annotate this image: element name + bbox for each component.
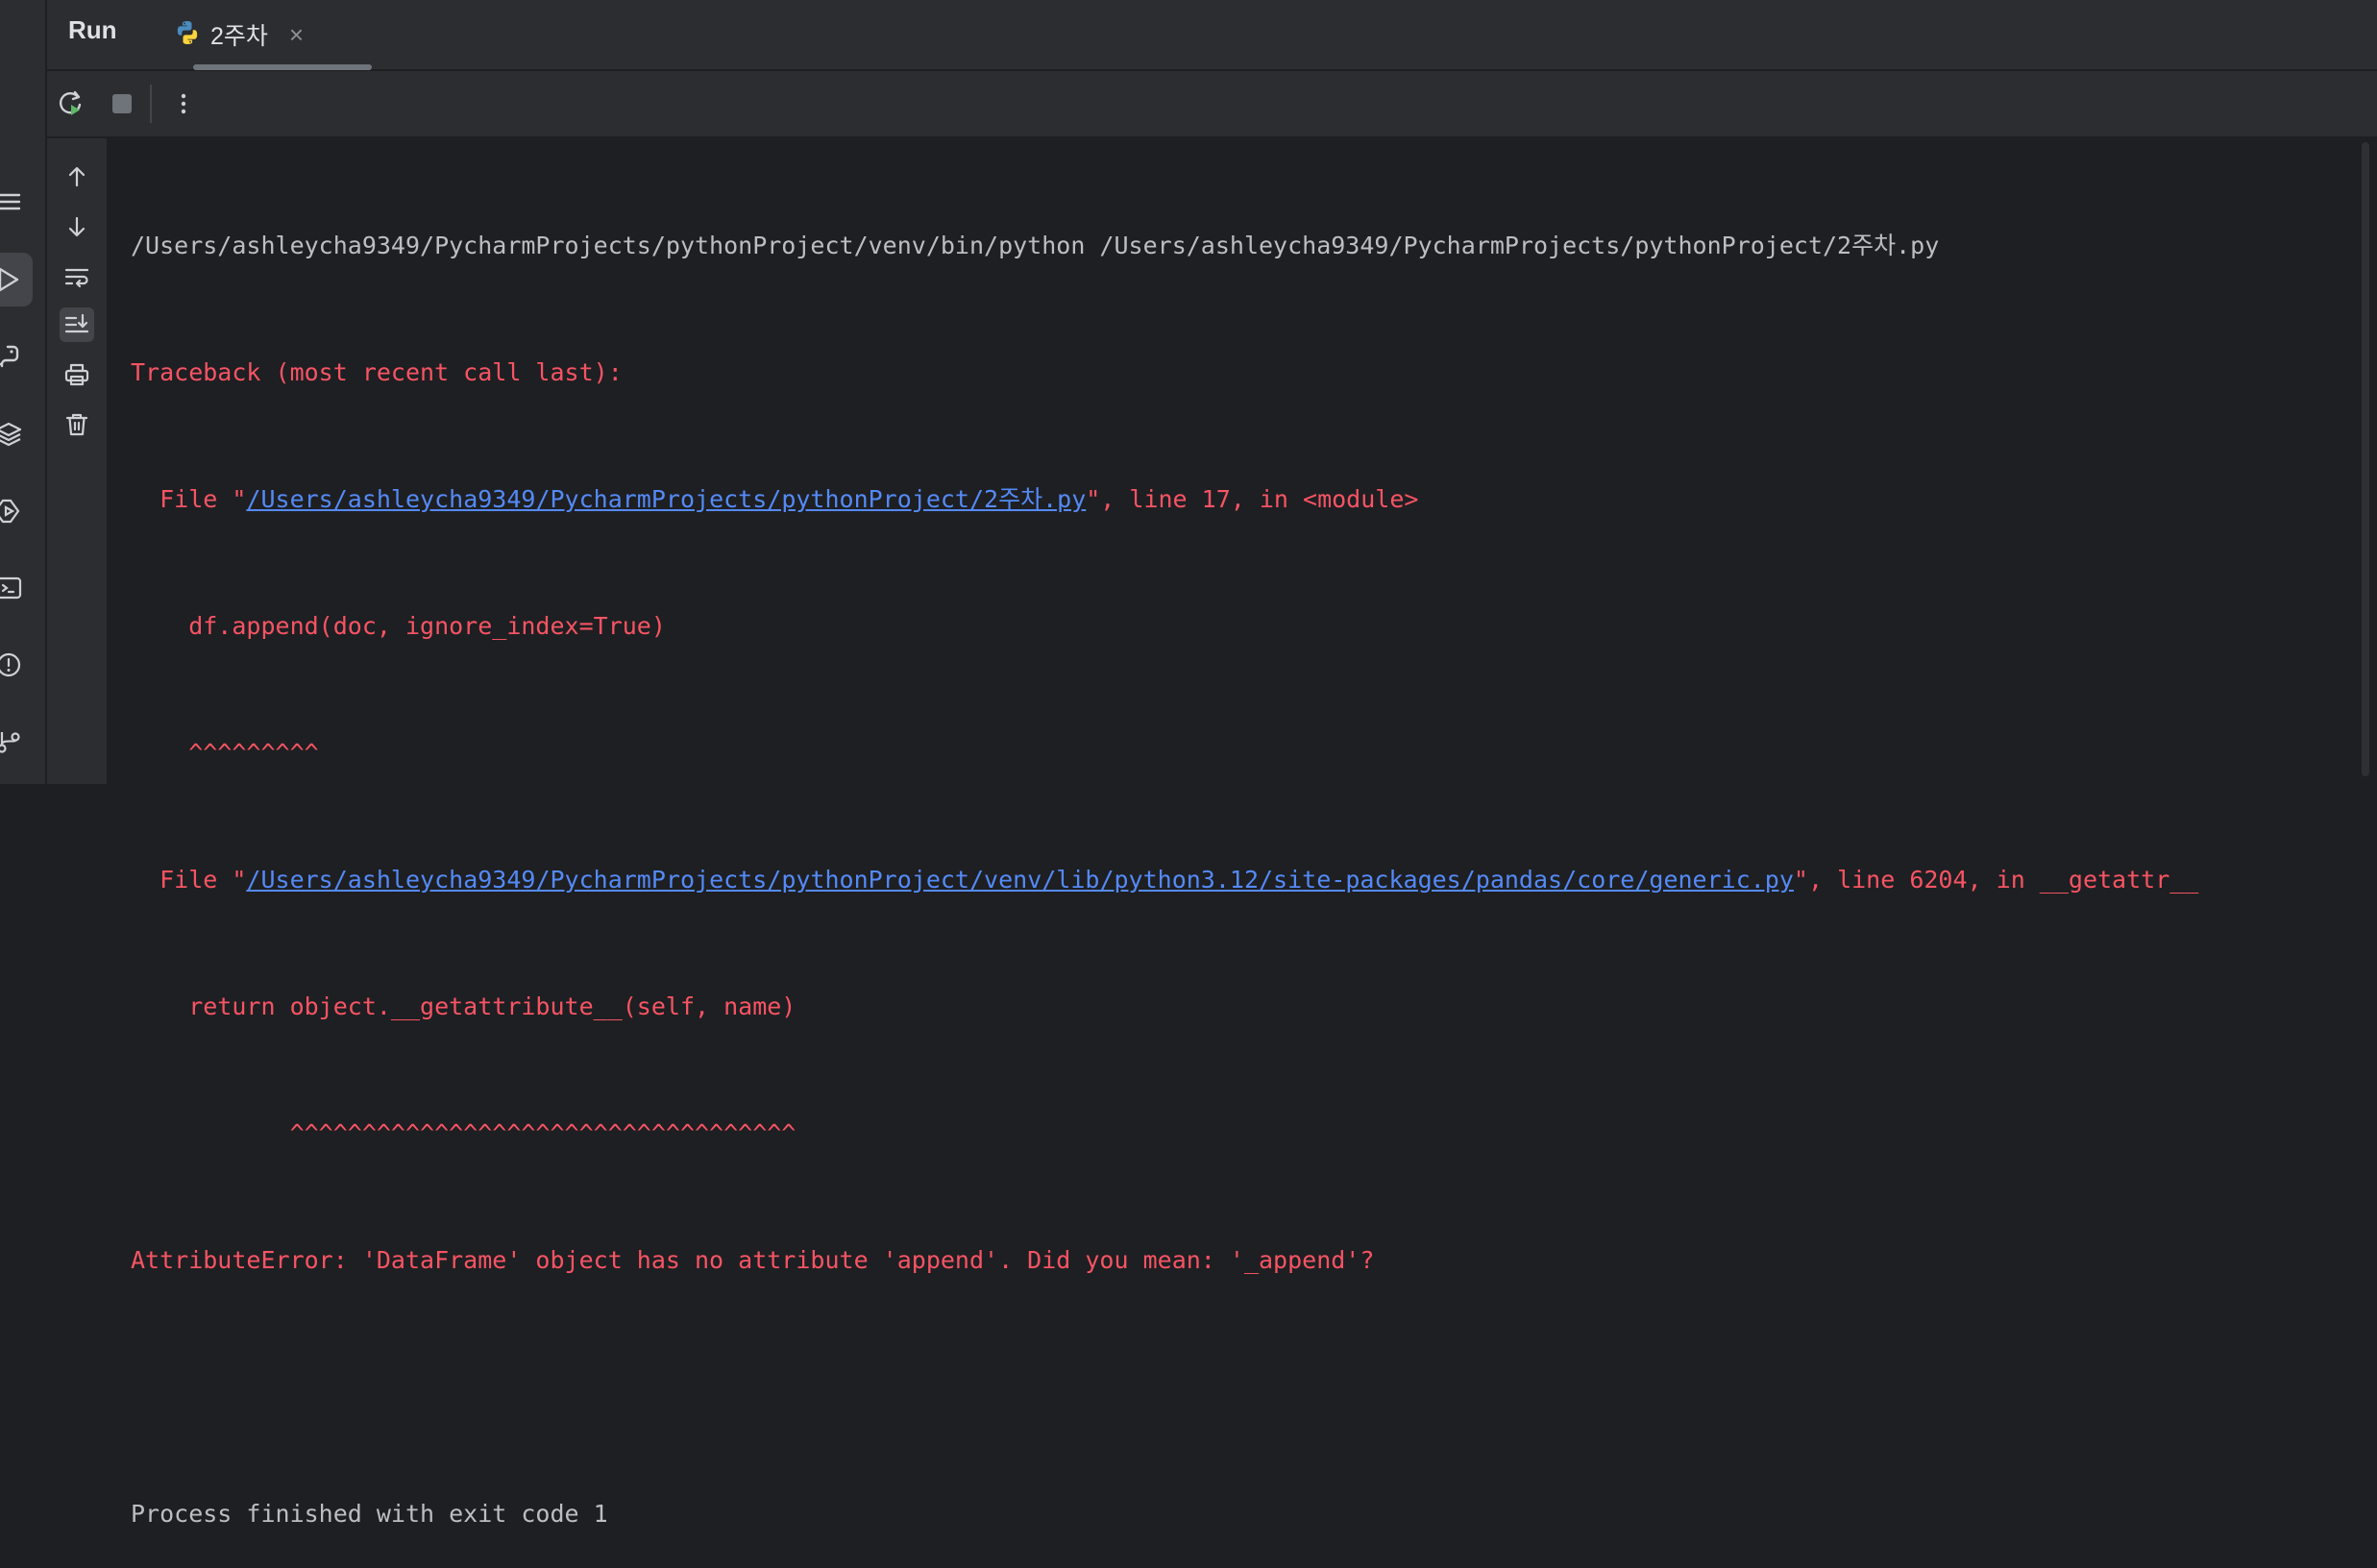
console-gutter <box>47 138 107 784</box>
tool-window-title: Run <box>68 15 117 44</box>
rerun-icon[interactable] <box>55 88 86 119</box>
frame-suffix: ", line 17, in <module> <box>1086 485 1419 513</box>
soft-wrap-icon[interactable] <box>60 259 94 294</box>
git-icon[interactable] <box>0 723 29 761</box>
trash-icon[interactable] <box>60 407 94 442</box>
layers-icon[interactable] <box>0 415 29 453</box>
console-scrollbar[interactable] <box>2358 138 2377 784</box>
more-vertical-icon[interactable] <box>168 88 199 119</box>
left-tool-bar <box>0 0 47 784</box>
error-message: AttributeError: 'DataFrame' object has n… <box>131 1246 1375 1274</box>
arrow-up-icon[interactable] <box>60 159 94 194</box>
python-file-icon <box>174 19 201 51</box>
active-tab-indicator <box>193 64 372 70</box>
traceback-header: Traceback (most recent call last): <box>131 358 623 386</box>
menu-icon[interactable] <box>0 183 29 221</box>
console-output[interactable]: /Users/ashleycha9349/PycharmProjects/pyt… <box>131 138 2358 1528</box>
frame-prefix: File " <box>131 866 247 894</box>
scroll-to-end-icon[interactable] <box>60 307 94 342</box>
frame-prefix: File " <box>131 485 247 513</box>
file-link-generic[interactable]: /Users/ashleycha9349/PycharmProjects/pyt… <box>246 866 1794 894</box>
exit-message: Process finished with exit code 1 <box>131 1500 608 1528</box>
toolbar-separator <box>150 85 152 123</box>
traceback-code-1: df.append(doc, ignore_index=True) <box>131 612 666 640</box>
run-tab-2jucha[interactable]: 2주차 × <box>145 0 322 69</box>
traceback-carets-2: ^^^^^^^^^^^^^^^^^^^^^^^^^^^^^^^^^^^ <box>131 1119 796 1147</box>
traceback-frame-1: File "/Users/ashleycha9349/PycharmProjec… <box>131 478 2358 521</box>
traceback-frame-2: File "/Users/ashleycha9349/PycharmProjec… <box>131 859 2358 901</box>
file-link-2jucha[interactable]: /Users/ashleycha9349/PycharmProjects/pyt… <box>246 485 1086 513</box>
run-toolbar <box>47 71 2377 138</box>
problems-icon[interactable] <box>0 646 29 684</box>
frame-suffix: ", line 6204, in __getattr__ <box>1793 866 2199 894</box>
traceback-code-2: return object.__getattribute__(self, nam… <box>131 992 796 1020</box>
python-packages-icon[interactable] <box>0 338 29 377</box>
command-line: /Users/ashleycha9349/PycharmProjects/pyt… <box>131 232 1940 259</box>
terminal-icon[interactable] <box>0 569 29 607</box>
run-tool-window-header: Run 2주차 × <box>47 0 2377 71</box>
print-icon[interactable] <box>60 357 94 392</box>
scrollbar-thumb[interactable] <box>2362 142 2369 776</box>
run-icon[interactable] <box>0 260 29 299</box>
stop-icon[interactable] <box>107 88 137 119</box>
arrow-down-icon[interactable] <box>60 209 94 244</box>
tab-label: 2주차 <box>210 23 268 50</box>
traceback-carets-1: ^^^^^^^^^ <box>131 739 319 767</box>
services-icon[interactable] <box>0 492 29 530</box>
close-tab-icon[interactable]: × <box>289 20 304 50</box>
